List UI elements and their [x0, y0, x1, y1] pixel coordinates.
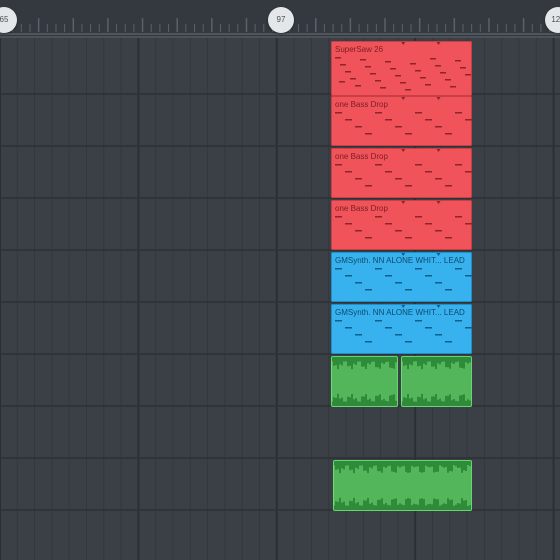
clip-title: one Bass Drop: [335, 100, 388, 109]
clip-title: GMSynth. NN ALONE WHIT... LEAD: [335, 308, 465, 317]
audio-waveform: [333, 465, 471, 506]
pattern-clip-gmsynth-1[interactable]: GMSynth. NN ALONE WHIT... LEAD: [331, 252, 472, 302]
clip-title: one Bass Drop: [335, 204, 388, 213]
clip-title: SuperSaw 26: [335, 45, 384, 54]
audio-clip-3[interactable]: [333, 460, 472, 511]
clip-title: one Bass Drop: [335, 152, 388, 161]
pattern-clip-gmsynth-2[interactable]: GMSynth. NN ALONE WHIT... LEAD: [331, 304, 472, 354]
pattern-clip-bass-drop-3[interactable]: one Bass Drop: [331, 200, 472, 250]
pattern-clip-bass-drop-2[interactable]: one Bass Drop: [331, 148, 472, 198]
timeline-ruler[interactable]: 65 97 129: [0, 0, 560, 38]
audio-waveform: [331, 361, 397, 402]
playlist-grid[interactable]: SuperSaw 26 one Bass Drop one Bass Drop …: [0, 38, 560, 560]
pattern-clip-bass-drop-1[interactable]: one Bass Drop: [331, 96, 472, 146]
bar-marker-97[interactable]: 97: [268, 7, 294, 33]
audio-waveform: [401, 361, 471, 402]
clip-title: GMSynth. NN ALONE WHIT... LEAD: [335, 256, 465, 265]
audio-clip-2[interactable]: [401, 356, 472, 407]
grid-lines: [0, 38, 560, 560]
pattern-clip-supersaw[interactable]: SuperSaw 26: [331, 41, 472, 96]
audio-clip-1[interactable]: [331, 356, 398, 407]
